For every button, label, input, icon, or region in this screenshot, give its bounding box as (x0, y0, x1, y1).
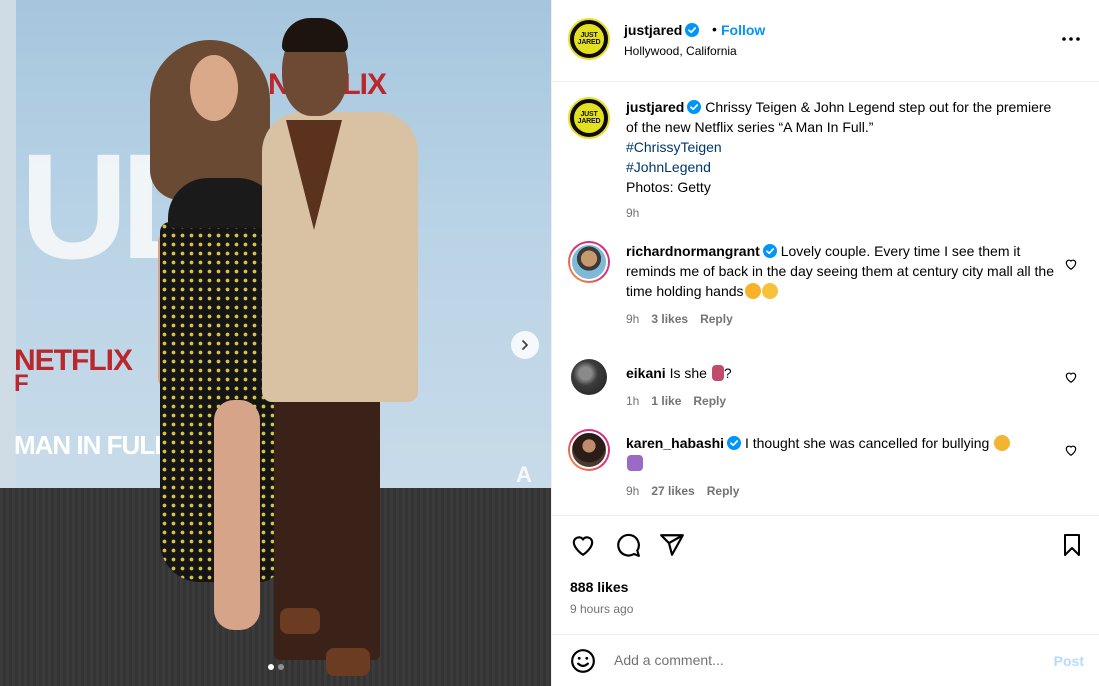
comment-item: eikani Is she ? 1h 1 like Reply (568, 359, 1078, 429)
comment-composer: Post (552, 634, 1099, 686)
comment-username[interactable]: karen_habashi (626, 435, 724, 451)
author-username[interactable]: justjared (624, 22, 700, 38)
avatar-logo-word: JUST (580, 32, 598, 39)
carousel-dots (268, 664, 284, 670)
caption-body: justjared Chrissy Teigen & John Legend s… (626, 97, 1058, 223)
post-location[interactable]: Hollywood, California (624, 44, 737, 58)
backdrop-netflix-logo-lower: NETFLIX (14, 344, 133, 377)
hashtag-link[interactable]: #ChrissyTeigen (626, 139, 722, 155)
comment-item: richardnormangrant Lovely couple. Every … (568, 241, 1078, 341)
next-photo-button[interactable] (511, 331, 539, 359)
post-photo[interactable]: ULL NETFLIX NETFLIX F MAN IN FULL A (0, 0, 551, 686)
author-avatar[interactable]: JUST JARED (568, 18, 610, 60)
commenter-avatar[interactable] (570, 243, 608, 281)
commenter-avatar[interactable] (571, 359, 607, 395)
post-header: JUST JARED justjared • Follow Hollywood,… (552, 0, 1099, 82)
comment-username[interactable]: richardnormangrant (626, 243, 760, 259)
caption-credit: Photos: Getty (626, 179, 711, 195)
reply-button[interactable]: Reply (707, 481, 740, 501)
pregnant-emoji (711, 365, 724, 381)
heart-icon[interactable] (1064, 370, 1078, 384)
bookmark-icon[interactable] (1060, 532, 1084, 558)
comment-icon[interactable] (615, 532, 641, 558)
comment-username[interactable]: eikani (626, 365, 666, 381)
comment-time: 9h (626, 312, 640, 326)
reply-button[interactable]: Reply (700, 309, 733, 329)
backdrop-letter: F (14, 370, 29, 397)
commenter-avatar-ring[interactable] (568, 429, 610, 471)
man-shoe (326, 648, 370, 676)
post-sidebar: JUST JARED justjared • Follow Hollywood,… (551, 0, 1099, 686)
carousel-dot (278, 664, 284, 670)
carousel-dot-active (268, 664, 274, 670)
heart-icon[interactable] (570, 532, 596, 558)
comment-body: richardnormangrant Lovely couple. Every … (626, 241, 1058, 329)
comment-body: karen_habashi I thought she was cancelle… (626, 433, 1058, 501)
heart-eyes-emoji (744, 283, 761, 299)
commenter-avatar-ring[interactable] (568, 241, 610, 283)
hashtag-link[interactable]: #JohnLegend (626, 159, 711, 175)
man-shoe (280, 608, 320, 634)
avatar-logo-word: JARED (577, 118, 601, 125)
comment-text: I thought she was cancelled for bullying (744, 435, 990, 451)
avatar-logo-word: JUST (580, 111, 598, 118)
reply-button[interactable]: Reply (693, 391, 726, 411)
smile-icon[interactable] (570, 648, 596, 674)
comment-text: Is she (669, 365, 707, 381)
author-username-text[interactable]: justjared (624, 22, 682, 38)
post-actions: 888 likes 9 hours ago (552, 515, 1099, 635)
photo-edge (0, 0, 16, 552)
heart-icon[interactable] (1064, 443, 1078, 457)
heart-icon[interactable] (1064, 257, 1078, 271)
caption-avatar[interactable]: JUST JARED (568, 97, 610, 139)
backdrop-show-title: MAN IN FULL (14, 430, 170, 460)
verified-icon (687, 100, 702, 114)
comment-likes[interactable]: 1 like (651, 391, 681, 411)
comment-item: karen_habashi I thought she was cancelle… (568, 429, 1078, 509)
comment-likes[interactable]: 27 likes (651, 481, 694, 501)
verified-icon (685, 23, 700, 37)
verified-icon (727, 436, 742, 450)
header-separator: • (712, 21, 717, 37)
man-jacket (262, 112, 418, 402)
woman-leg (214, 400, 260, 630)
thinking-emoji (994, 435, 1011, 451)
share-icon[interactable] (659, 532, 685, 558)
caption-username[interactable]: justjared (626, 99, 684, 115)
verified-icon (762, 244, 777, 258)
caption-item: JUST JARED justjared Chrissy Teigen & Joh… (568, 97, 1078, 237)
avatar-logo-text: JUST JARED (574, 24, 604, 54)
kiss-emoji (761, 283, 778, 299)
chevron-right-icon (522, 340, 528, 350)
commenter-avatar[interactable] (570, 431, 608, 469)
comment-time: 1h (626, 394, 640, 408)
more-icon[interactable] (1061, 36, 1081, 42)
follow-button[interactable]: Follow (721, 22, 765, 38)
post-timestamp: 9 hours ago (570, 602, 634, 616)
comment-time: 9h (626, 484, 640, 498)
comments-scroll-area[interactable]: JUST JARED justjared Chrissy Teigen & Joh… (552, 83, 1099, 515)
avatar-logo-word: JARED (577, 39, 601, 46)
like-count[interactable]: 888 likes (570, 579, 628, 595)
backdrop-letter-right: A (516, 462, 532, 487)
post-comment-button[interactable]: Post (1054, 653, 1084, 669)
shrug-emoji (627, 455, 643, 471)
comment-likes[interactable]: 3 likes (651, 309, 688, 329)
woman-face (190, 55, 238, 121)
comment-suffix: ? (723, 365, 732, 381)
comment-body: eikani Is she ? 1h 1 like Reply (626, 363, 1058, 411)
comment-input[interactable] (614, 647, 1034, 673)
caption-time: 9h (626, 206, 640, 220)
